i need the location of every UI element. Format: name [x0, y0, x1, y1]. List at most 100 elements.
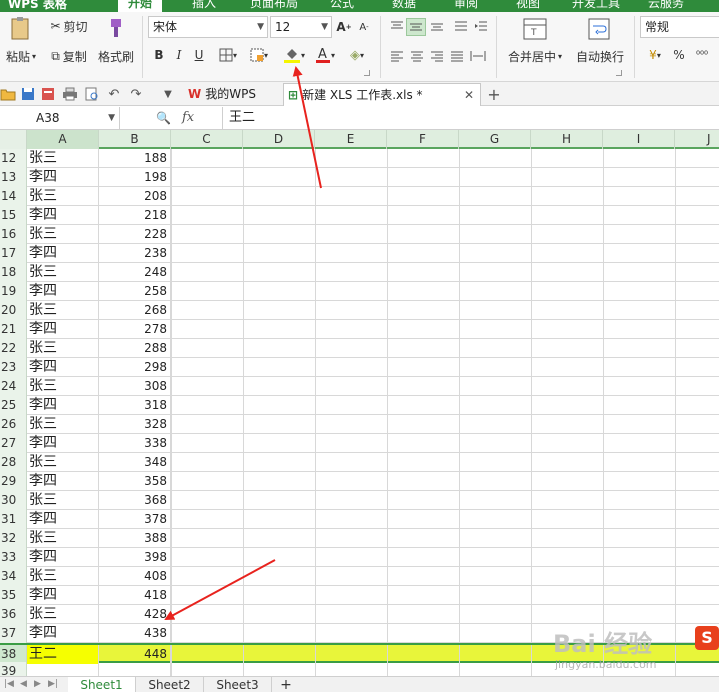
fill-color-button[interactable]: ▾	[280, 45, 308, 65]
distributed-icon[interactable]	[468, 48, 488, 64]
indent-icon[interactable]	[472, 18, 490, 34]
row-header[interactable]: 28	[0, 453, 27, 472]
cell-b[interactable]: 208	[99, 187, 171, 206]
table-row[interactable]: 23 李四 298	[0, 358, 719, 377]
align-right-icon[interactable]	[428, 48, 446, 64]
cell-a[interactable]: 张三	[27, 415, 99, 434]
tab-developer[interactable]: 开发工具	[572, 0, 620, 12]
formula-input[interactable]: 王二	[222, 107, 719, 129]
tab-home[interactable]: 开始	[118, 0, 163, 12]
row-header[interactable]: 21	[0, 320, 27, 339]
font-color-button[interactable]: A ▾	[312, 45, 338, 65]
copy-button[interactable]: ⧉ 复制	[44, 48, 94, 64]
wrap-text-icon[interactable]	[586, 16, 612, 42]
number-format-select[interactable]: 常规	[640, 16, 719, 38]
column-header-e[interactable]: E	[315, 130, 387, 149]
table-row[interactable]: 21 李四 278	[0, 320, 719, 339]
tab-page-layout[interactable]: 页面布局	[250, 0, 298, 12]
save-icon[interactable]	[20, 86, 36, 102]
table-row[interactable]: 32 张三 388	[0, 529, 719, 548]
row-header[interactable]: 25	[0, 396, 27, 415]
tab-data[interactable]: 数据	[392, 0, 416, 12]
row-header[interactable]: 22	[0, 339, 27, 358]
cell-b[interactable]	[99, 662, 171, 676]
column-header-c[interactable]: C	[171, 130, 243, 149]
bold-button[interactable]: B	[150, 46, 168, 64]
table-row[interactable]: 29 李四 358	[0, 472, 719, 491]
column-header-b[interactable]: B	[99, 130, 171, 149]
cell-a[interactable]: 李四	[27, 624, 99, 643]
tab-review[interactable]: 审阅	[454, 0, 478, 12]
cell-b[interactable]: 438	[99, 624, 171, 643]
column-header-f[interactable]: F	[387, 130, 459, 149]
cell-a[interactable]: 李四	[27, 510, 99, 529]
cell-b[interactable]: 368	[99, 491, 171, 510]
cell-a[interactable]: 李四	[27, 472, 99, 491]
comma-style-icon[interactable]: ⁰⁰⁰	[692, 46, 712, 64]
orientation-icon[interactable]	[452, 18, 470, 34]
cell-b[interactable]: 348	[99, 453, 171, 472]
sheet-tab-1[interactable]: Sheet1	[68, 677, 136, 692]
cell-a[interactable]: 张三	[27, 263, 99, 282]
align-middle-icon[interactable]	[406, 18, 426, 36]
table-row[interactable]: 24 张三 308	[0, 377, 719, 396]
column-header-h[interactable]: H	[531, 130, 603, 149]
cell-a[interactable]: 李四	[27, 206, 99, 225]
table-row[interactable]: 20 张三 268	[0, 301, 719, 320]
table-row[interactable]: 27 李四 338	[0, 434, 719, 453]
cell-a[interactable]: 张三	[27, 149, 99, 168]
align-left-icon[interactable]	[388, 48, 406, 64]
zoom-icon[interactable]: 🔍	[156, 111, 171, 125]
row-header[interactable]: 14	[0, 187, 27, 206]
tab-formulas[interactable]: 公式	[330, 0, 354, 12]
column-header-j[interactable]: J	[675, 130, 719, 149]
new-tab-icon[interactable]: +	[486, 85, 502, 104]
cell-a[interactable]: 李四	[27, 168, 99, 187]
app-title[interactable]: WPS 表格	[0, 0, 75, 12]
table-row[interactable]: 28 张三 348	[0, 453, 719, 472]
clear-format-button[interactable]: ◈ ▾	[344, 45, 370, 65]
row-header[interactable]: 27	[0, 434, 27, 453]
cell-b[interactable]: 398	[99, 548, 171, 567]
cell-a[interactable]: 李四	[27, 282, 99, 301]
cell-b[interactable]: 378	[99, 510, 171, 529]
cell-a[interactable]: 李四	[27, 358, 99, 377]
row-header[interactable]: 30	[0, 491, 27, 510]
justify-icon[interactable]	[448, 48, 466, 64]
cell-style-button[interactable]: ▾	[244, 46, 274, 64]
cell-b[interactable]: 428	[99, 605, 171, 624]
cell-b[interactable]: 308	[99, 377, 171, 396]
cell-b[interactable]: 268	[99, 301, 171, 320]
cell-a[interactable]: 李四	[27, 434, 99, 453]
cell-b[interactable]: 418	[99, 586, 171, 605]
cell-a[interactable]: 张三	[27, 377, 99, 396]
row-header[interactable]: 35	[0, 586, 27, 605]
last-sheet-icon[interactable]: ▶|	[48, 679, 58, 689]
cell-b[interactable]: 258	[99, 282, 171, 301]
table-row[interactable]: 19 李四 258	[0, 282, 719, 301]
row-header[interactable]: 39	[0, 662, 27, 676]
currency-button[interactable]: ¥ ▾	[642, 46, 668, 64]
cell-b[interactable]: 288	[99, 339, 171, 358]
row-header[interactable]: 13	[0, 168, 27, 187]
cell-a[interactable]: 李四	[27, 320, 99, 339]
cell-b[interactable]: 328	[99, 415, 171, 434]
column-header-i[interactable]: I	[603, 130, 675, 149]
cell-a[interactable]: 张三	[27, 187, 99, 206]
cell-a[interactable]: 李四	[27, 244, 99, 263]
table-row[interactable]: 16 张三 228	[0, 225, 719, 244]
table-row[interactable]: 26 张三 328	[0, 415, 719, 434]
export-pdf-icon[interactable]	[40, 86, 56, 102]
cell-b[interactable]: 358	[99, 472, 171, 491]
cell-a[interactable]: 张三	[27, 567, 99, 586]
close-icon[interactable]: ✕	[464, 84, 474, 106]
cell-a[interactable]: 张三	[27, 453, 99, 472]
alignment-dialog-launcher[interactable]	[616, 70, 622, 76]
cell-b[interactable]: 228	[99, 225, 171, 244]
table-row[interactable]: 14 张三 208	[0, 187, 719, 206]
table-row[interactable]: 25 李四 318	[0, 396, 719, 415]
row-header[interactable]: 12	[0, 149, 27, 168]
cell-b[interactable]: 338	[99, 434, 171, 453]
percent-button[interactable]: %	[670, 46, 688, 64]
cell-b[interactable]: 298	[99, 358, 171, 377]
